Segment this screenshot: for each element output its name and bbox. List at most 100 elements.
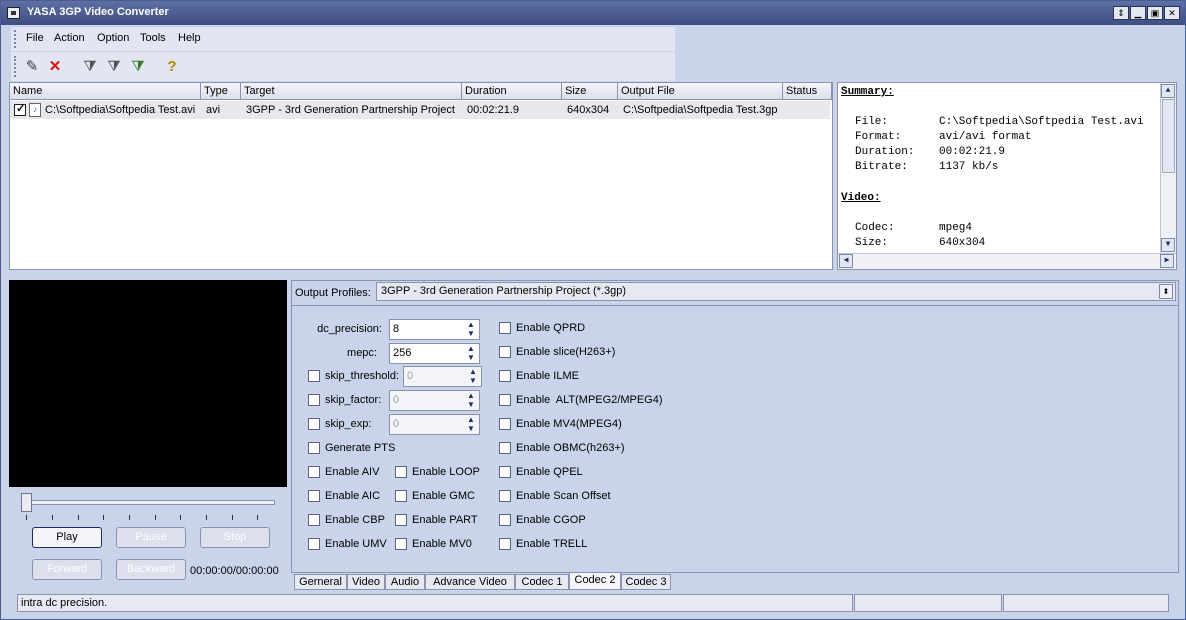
file-list[interactable]: Name Type Target Duration Size Output Fi… xyxy=(9,82,833,270)
skip-exp-checkbox[interactable] xyxy=(308,418,320,430)
column-status[interactable]: Status xyxy=(783,83,832,100)
spinner-arrows-icon[interactable]: ▲ ▼ xyxy=(464,391,478,410)
status-bar: intra dc precision. xyxy=(9,592,1179,614)
menu-tools[interactable]: Tools xyxy=(140,32,166,44)
seek-tick xyxy=(129,515,130,520)
enable-mv4-checkbox[interactable] xyxy=(499,418,511,430)
tab-codec-2[interactable]: Codec 2 xyxy=(569,573,621,590)
summary-size-value: 640x304 xyxy=(939,237,986,249)
filter-edit-icon[interactable]: ⧩ xyxy=(104,57,124,77)
summary-bitrate-value: 1137 kb/s xyxy=(939,161,999,173)
scroll-left-icon[interactable]: ◀ xyxy=(839,254,853,268)
forward-button[interactable]: Forward xyxy=(32,559,102,580)
dc-precision-spinner[interactable]: 8 ▲ ▼ xyxy=(389,319,480,340)
codec-settings-panel: Output Profiles: 3GPP - 3rd Generation P… xyxy=(291,280,1179,573)
tab-audio[interactable]: Audio xyxy=(385,574,425,590)
maximize-icon[interactable]: ▣ xyxy=(1147,6,1163,20)
skip-exp-value: 0 xyxy=(393,418,400,430)
scroll-thumb[interactable] xyxy=(1162,99,1175,173)
filter-add-icon[interactable]: ⧩ xyxy=(128,57,148,77)
enable-qprd-checkbox[interactable] xyxy=(499,322,511,334)
menu-option[interactable]: Option xyxy=(97,32,129,44)
close-icon[interactable]: ✕ xyxy=(1164,6,1180,20)
spinner-arrows-icon[interactable]: ▲ ▼ xyxy=(466,367,480,386)
seek-slider-thumb[interactable] xyxy=(21,493,32,512)
play-button[interactable]: Play xyxy=(32,527,102,548)
mepc-spinner[interactable]: 256 ▲ ▼ xyxy=(389,343,480,364)
filter-icon[interactable]: ⧩ xyxy=(80,57,100,77)
column-target[interactable]: Target xyxy=(241,83,462,100)
skip-exp-spinner[interactable]: 0 ▲ ▼ xyxy=(389,414,480,435)
tab-codec-3[interactable]: Codec 3 xyxy=(621,574,671,590)
column-output-file[interactable]: Output File xyxy=(618,83,783,100)
pause-button[interactable]: Pause xyxy=(116,527,186,548)
enable-trell-checkbox[interactable] xyxy=(499,538,511,550)
enable-mv0-checkbox[interactable] xyxy=(395,538,407,550)
skip-factor-spinner[interactable]: 0 ▲ ▼ xyxy=(389,390,480,411)
minimize-icon[interactable]: ▁ xyxy=(1130,6,1146,20)
generate-pts-checkbox[interactable] xyxy=(308,442,320,454)
status-text: intra dc precision. xyxy=(17,594,853,612)
enable-cbp-label: Enable CBP xyxy=(325,514,385,526)
summary-horizontal-scrollbar[interactable]: ◀ ▶ xyxy=(838,253,1176,269)
tab-general[interactable]: Gerneral xyxy=(294,574,347,590)
title-bar: YASA 3GP Video Converter ⇕ ▁ ▣ ✕ xyxy=(1,1,1185,25)
skip-threshold-label: skip_threshold: xyxy=(325,370,399,382)
status-panel-3 xyxy=(1003,594,1169,612)
restore-icon[interactable]: ⇕ xyxy=(1113,6,1129,20)
scroll-right-icon[interactable]: ▶ xyxy=(1160,254,1174,268)
backward-button[interactable]: Backward xyxy=(116,559,186,580)
column-duration[interactable]: Duration xyxy=(462,83,562,100)
enable-aiv-checkbox[interactable] xyxy=(308,466,320,478)
enable-gmc-label: Enable GMC xyxy=(412,490,475,502)
cell-target: 3GPP - 3rd Generation Partnership Projec… xyxy=(246,104,455,116)
enable-cbp-checkbox[interactable] xyxy=(308,514,320,526)
delete-icon[interactable]: ✕ xyxy=(45,57,65,77)
enable-qprd-label: Enable QPRD xyxy=(516,322,586,334)
menu-help[interactable]: Help xyxy=(178,32,201,44)
seek-track[interactable] xyxy=(23,500,275,505)
spinner-arrows-icon[interactable]: ▲ ▼ xyxy=(464,415,478,434)
enable-part-checkbox[interactable] xyxy=(395,514,407,526)
enable-gmc-checkbox[interactable] xyxy=(395,490,407,502)
tab-advance-video[interactable]: Advance Video xyxy=(425,574,515,590)
help-icon[interactable]: ? xyxy=(162,57,182,77)
row-checkbox[interactable] xyxy=(14,102,26,116)
seek-tick xyxy=(257,515,258,520)
spinner-arrows-icon[interactable]: ▲ ▼ xyxy=(464,320,478,339)
toolbar-grip[interactable] xyxy=(14,56,17,77)
summary-vertical-scrollbar[interactable]: ▲ ▼ xyxy=(1160,83,1176,253)
tab-codec-1[interactable]: Codec 1 xyxy=(515,574,569,590)
stop-button[interactable]: Stop xyxy=(200,527,270,548)
app-icon[interactable] xyxy=(7,7,20,19)
menu-file[interactable]: File xyxy=(26,32,44,44)
menu-action[interactable]: Action xyxy=(54,32,85,44)
column-type[interactable]: Type xyxy=(201,83,241,100)
enable-qpel-checkbox[interactable] xyxy=(499,466,511,478)
enable-slice-checkbox[interactable] xyxy=(499,346,511,358)
column-name[interactable]: Name xyxy=(10,83,201,100)
tab-video[interactable]: Video xyxy=(347,574,385,590)
menu-grip[interactable] xyxy=(14,30,17,48)
spinner-arrows-icon[interactable]: ▲ ▼ xyxy=(464,344,478,363)
enable-cgop-checkbox[interactable] xyxy=(499,514,511,526)
app-window: YASA 3GP Video Converter ⇕ ▁ ▣ ✕ File Ac… xyxy=(0,0,1186,620)
output-profile-select[interactable]: 3GPP - 3rd Generation Partnership Projec… xyxy=(376,282,1176,301)
skip-threshold-checkbox[interactable] xyxy=(308,370,320,382)
enable-umv-checkbox[interactable] xyxy=(308,538,320,550)
scroll-up-icon[interactable]: ▲ xyxy=(1161,84,1175,98)
dropdown-arrow-icon[interactable]: ⬍ xyxy=(1159,284,1173,299)
scroll-down-icon[interactable]: ▼ xyxy=(1161,238,1175,252)
enable-aic-checkbox[interactable] xyxy=(308,490,320,502)
skip-factor-checkbox[interactable] xyxy=(308,394,320,406)
column-size[interactable]: Size xyxy=(562,83,618,100)
wand-icon[interactable]: ✎ xyxy=(22,57,42,77)
table-row[interactable]: ♪ C:\Softpedia\Softpedia Test.avi avi 3G… xyxy=(10,101,830,119)
enable-obmc-checkbox[interactable] xyxy=(499,442,511,454)
skip-threshold-spinner[interactable]: 0 ▲ ▼ xyxy=(403,366,482,387)
enable-ilme-checkbox[interactable] xyxy=(499,370,511,382)
enable-loop-checkbox[interactable] xyxy=(395,466,407,478)
enable-aic-label: Enable AIC xyxy=(325,490,381,502)
enable-scan-offset-checkbox[interactable] xyxy=(499,490,511,502)
enable-alt-checkbox[interactable] xyxy=(499,394,511,406)
